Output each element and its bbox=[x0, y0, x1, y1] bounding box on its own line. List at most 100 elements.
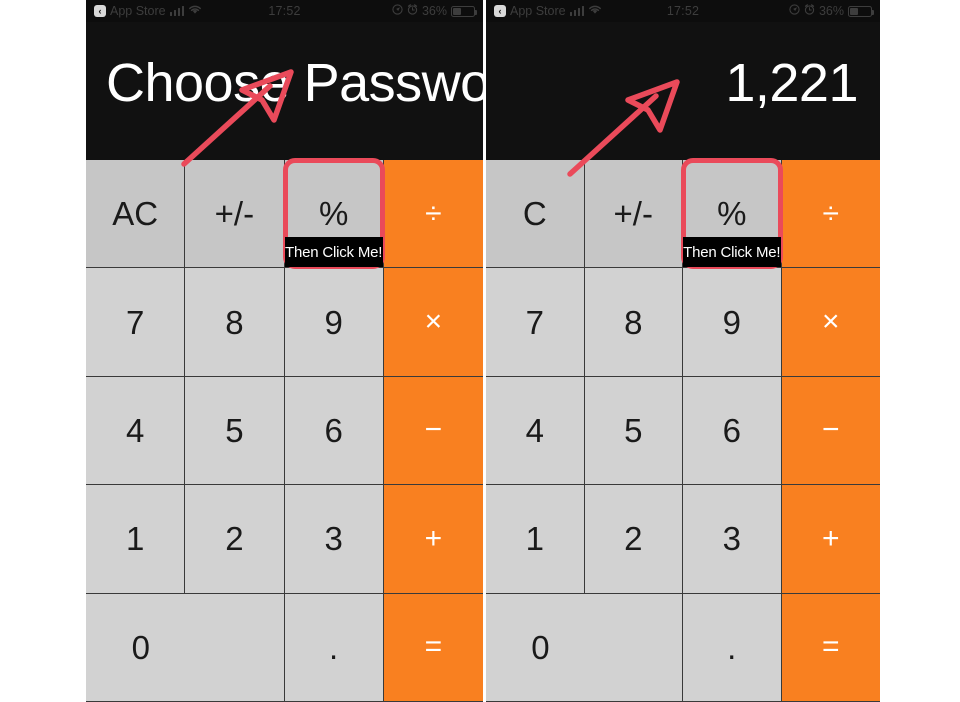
panel-divider bbox=[483, 0, 486, 702]
location-arrow-icon bbox=[789, 4, 800, 18]
alarm-clock-icon bbox=[804, 4, 815, 18]
key-label: + bbox=[424, 521, 443, 555]
key-label: 5 bbox=[624, 411, 643, 449]
battery-icon bbox=[451, 5, 477, 17]
tooltip-then-click-me: Then Click Me! bbox=[683, 237, 781, 268]
key-5[interactable]: 5 bbox=[584, 376, 683, 486]
key-label: +/- bbox=[214, 195, 255, 233]
key-7[interactable]: 7 bbox=[86, 268, 186, 377]
key-label: × bbox=[424, 305, 443, 339]
key-sign-toggle[interactable]: +/- bbox=[185, 160, 285, 269]
key-label: 0 bbox=[531, 628, 550, 666]
key-7[interactable]: 7 bbox=[486, 268, 585, 377]
calculator-display: Choose Password bbox=[86, 22, 483, 160]
key-c[interactable]: C bbox=[486, 160, 585, 269]
calculator-display: 1,221 bbox=[486, 22, 880, 160]
key-label: ÷ bbox=[425, 196, 442, 230]
key-label: 4 bbox=[525, 411, 544, 449]
key-9[interactable]: 9 bbox=[683, 268, 782, 377]
key-label: − bbox=[424, 413, 443, 447]
key-label: 4 bbox=[125, 411, 145, 449]
screenshot-canvas: ‹App Store17:5236% Choose Password AC +/-% T… bbox=[0, 0, 960, 702]
key-percent[interactable]: % Then Click Me! bbox=[681, 158, 783, 270]
key-label: C bbox=[522, 195, 547, 233]
key-sign-toggle[interactable]: +/- bbox=[584, 160, 683, 269]
status-bar: ‹ App Store 17:52 36% bbox=[486, 0, 880, 22]
key-label: 9 bbox=[722, 303, 741, 341]
key-label: = bbox=[424, 630, 443, 664]
key-6[interactable]: 6 bbox=[683, 376, 782, 486]
key-label: + bbox=[821, 521, 840, 555]
key-label: +/- bbox=[613, 195, 653, 233]
key-label: − bbox=[821, 413, 840, 447]
key-minus[interactable]: − bbox=[383, 376, 483, 486]
key-minus[interactable]: − bbox=[781, 376, 880, 486]
calculator-keypad: AC +/-% Then Click Me! ÷ 7 8 9 × 4 5 6 − 1 2 3 +0. = bbox=[86, 158, 483, 702]
key-plus[interactable]: + bbox=[383, 485, 483, 594]
key-label: . bbox=[727, 628, 737, 666]
key-label: 6 bbox=[324, 411, 343, 449]
status-bar-right: 36% bbox=[392, 4, 477, 18]
key-label: 1 bbox=[525, 520, 544, 558]
key-label: 3 bbox=[722, 520, 741, 558]
key-decimal[interactable]: . bbox=[284, 593, 384, 702]
key-label: AC bbox=[112, 195, 159, 233]
display-value: 1,221 bbox=[725, 53, 858, 113]
key-label: 7 bbox=[525, 303, 544, 341]
key-label: 9 bbox=[324, 303, 343, 341]
key-label: 7 bbox=[125, 303, 145, 341]
key-label: 1 bbox=[125, 520, 145, 558]
phone-screen-right: ‹ App Store 17:52 36% 1,221 C +/-% Then Click M… bbox=[486, 0, 880, 702]
key-3[interactable]: 3 bbox=[683, 485, 782, 594]
key-8[interactable]: 8 bbox=[584, 268, 683, 377]
key-label: 0 bbox=[131, 628, 150, 666]
status-bar: ‹ App Store 17:52 36% bbox=[86, 0, 483, 22]
key-2[interactable]: 2 bbox=[584, 485, 683, 594]
battery-icon bbox=[848, 5, 874, 17]
key-label: 3 bbox=[324, 520, 343, 558]
phone-screen-left: ‹App Store17:5236% Choose Password AC +/-% T… bbox=[86, 0, 483, 702]
key-label: % bbox=[318, 195, 349, 233]
key-decimal[interactable]: . bbox=[683, 593, 782, 702]
tooltip-then-click-me: Then Click Me! bbox=[284, 237, 383, 268]
key-9[interactable]: 9 bbox=[284, 268, 384, 377]
key-0[interactable]: 0 bbox=[486, 593, 683, 702]
key-label: % bbox=[717, 195, 747, 233]
key-label: 2 bbox=[225, 520, 244, 558]
key-equals[interactable]: = bbox=[781, 593, 880, 702]
key-6[interactable]: 6 bbox=[284, 376, 384, 486]
battery-percent-label: 36% bbox=[421, 4, 447, 18]
key-multiply[interactable]: × bbox=[781, 268, 880, 377]
key-label: = bbox=[821, 630, 840, 664]
display-value: Choose Password bbox=[106, 53, 483, 113]
key-1[interactable]: 1 bbox=[486, 485, 585, 594]
key-label: × bbox=[821, 305, 840, 339]
key-multiply[interactable]: × bbox=[383, 268, 483, 377]
key-4[interactable]: 4 bbox=[486, 376, 585, 486]
key-0[interactable]: 0 bbox=[86, 593, 285, 702]
key-label: 8 bbox=[225, 303, 244, 341]
key-plus[interactable]: + bbox=[781, 485, 880, 594]
key-2[interactable]: 2 bbox=[185, 485, 285, 594]
key-label: 2 bbox=[624, 520, 643, 558]
alarm-clock-icon bbox=[407, 4, 418, 18]
key-8[interactable]: 8 bbox=[185, 268, 285, 377]
calculator-keypad: C +/-% Then Click Me! ÷ 7 8 9 × 4 5 6 − 1 2 3 +0. = bbox=[486, 158, 880, 702]
key-divide[interactable]: ÷ bbox=[781, 160, 880, 269]
key-label: 6 bbox=[722, 411, 741, 449]
battery-percent-label: 36% bbox=[818, 4, 844, 18]
key-label: 5 bbox=[225, 411, 244, 449]
key-5[interactable]: 5 bbox=[185, 376, 285, 486]
location-arrow-icon bbox=[392, 4, 403, 18]
key-equals[interactable]: = bbox=[383, 593, 483, 702]
key-label: ÷ bbox=[822, 196, 839, 230]
key-percent[interactable]: % Then Click Me! bbox=[282, 158, 385, 270]
status-bar-right: 36% bbox=[789, 4, 874, 18]
key-3[interactable]: 3 bbox=[284, 485, 384, 594]
key-1[interactable]: 1 bbox=[86, 485, 186, 594]
key-ac[interactable]: AC bbox=[86, 160, 186, 269]
key-label: . bbox=[329, 628, 339, 666]
key-label: 8 bbox=[624, 303, 643, 341]
key-4[interactable]: 4 bbox=[86, 376, 186, 486]
key-divide[interactable]: ÷ bbox=[383, 160, 483, 269]
